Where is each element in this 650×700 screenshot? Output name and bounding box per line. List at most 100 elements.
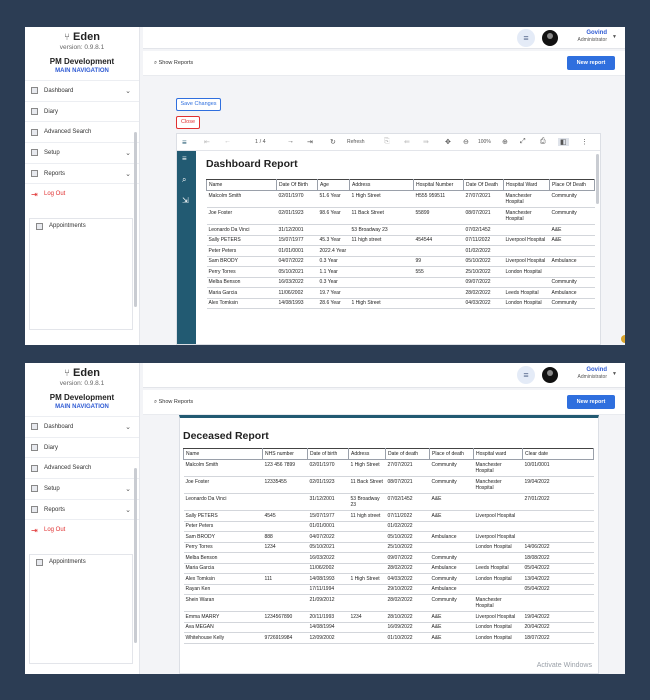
- report-title: Deceased Report: [183, 430, 269, 442]
- table-cell: Leeds Hospital: [503, 287, 550, 299]
- page-indicator[interactable]: 1 / 4: [255, 139, 266, 145]
- table-cell: 19.7 Year: [317, 287, 350, 299]
- user-info[interactable]: Govind Administrator: [578, 367, 607, 380]
- chevron-down-icon: ⌄: [125, 150, 131, 158]
- column-header: Hospital ward: [473, 448, 523, 460]
- appointments-panel[interactable]: Appointments: [29, 554, 133, 665]
- table-cell: A&E: [429, 493, 474, 511]
- table-row: Maria Garcia 11/06/2002 19.7 Year 28/02/202…: [206, 287, 595, 299]
- zoom-level[interactable]: 100%: [478, 139, 491, 145]
- show-reports-link[interactable]: ⌕ Show Reports: [154, 60, 193, 67]
- table-row: Alex Tomksin 111 14/08/1993 1 High Street 04…: [183, 573, 594, 585]
- user-name: Govind: [586, 30, 607, 36]
- brand: ⑂ Eden version: 0.9.8.1: [25, 363, 139, 387]
- column-header: Address: [348, 448, 386, 460]
- more-icon[interactable]: ⋮: [581, 138, 588, 146]
- sidebar-item-reports[interactable]: Reports ⌄: [25, 498, 139, 520]
- table-cell: London Hospital: [503, 298, 550, 309]
- show-reports-link[interactable]: ⌕ Show Reports: [154, 399, 193, 406]
- table-cell: 1234: [348, 611, 386, 623]
- sidebar-item-setup[interactable]: Setup ⌄: [25, 478, 139, 499]
- first-page-icon[interactable]: ⇤: [204, 138, 210, 146]
- refresh-icon[interactable]: ↻: [330, 138, 336, 146]
- sidebar-item-logout[interactable]: ⇥ Log Out: [25, 519, 139, 540]
- sidebar-scrollbar[interactable]: [134, 468, 137, 643]
- appointments-panel[interactable]: Appointments: [29, 218, 133, 331]
- table-cell: [262, 594, 308, 612]
- app-name: Eden: [73, 367, 100, 379]
- table-cell: [317, 224, 350, 236]
- column-header: Age: [317, 179, 350, 191]
- save-changes-button[interactable]: Save Changes: [176, 98, 221, 111]
- user-info[interactable]: Govind Administrator: [578, 30, 607, 43]
- table-cell: Alex Tomksin: [183, 573, 263, 585]
- expand-icon[interactable]: ⇛: [423, 138, 429, 146]
- table-row: Perry Torres 1234 05/10/2021 25/10/2022 Lond…: [183, 542, 594, 553]
- table-cell: [429, 542, 474, 553]
- sidebar-item-setup[interactable]: Setup ⌄: [25, 142, 139, 163]
- export-icon[interactable]: ⇲: [182, 196, 189, 205]
- table-cell: Joe Foster: [206, 207, 277, 225]
- table-row: Sam BRODY 04/07/2022 0.3 Year 99 05/10/2022 L…: [206, 256, 595, 267]
- table-cell: 11/06/2002: [276, 287, 318, 299]
- table-cell: [413, 224, 464, 236]
- report-title: Dashboard Report: [206, 158, 298, 170]
- table-cell: 11 high street: [348, 510, 386, 522]
- avatar[interactable]: [542, 30, 558, 46]
- table-row: Peter Peters 01/01/0001 01/02/2022: [183, 521, 594, 532]
- menu-icon[interactable]: ≡: [182, 154, 187, 163]
- search-icon[interactable]: ⌕: [182, 175, 186, 185]
- menu-toggle-button[interactable]: ≡: [517, 29, 535, 47]
- brand: ⑂ Eden version: 0.9.8.1: [25, 27, 139, 51]
- copy-icon[interactable]: ⎘: [384, 138, 390, 146]
- viewer-toolbar: ≡ ⇤ ← 1 / 4 → ⇥ ↻ Refresh ⎘ ⇚ ⇛ ✥ ⊖ 100%…: [177, 134, 600, 151]
- table-cell: 25/10/2022: [463, 266, 504, 278]
- dashboard-table: Name Date Of Birth Age Address Hospital Numb…: [206, 179, 595, 309]
- table-cell: Ambulance: [549, 287, 595, 299]
- column-header: Name: [183, 448, 263, 460]
- print-icon[interactable]: ⎙: [540, 138, 546, 146]
- pan-icon[interactable]: ✥: [445, 138, 451, 146]
- fullscreen-icon[interactable]: ⤢: [520, 138, 526, 146]
- table-cell: 1 High Street: [349, 190, 414, 208]
- zoom-in-icon[interactable]: ⊕: [502, 138, 508, 146]
- table-cell: 02/01/1970: [276, 190, 318, 208]
- app-version: version: 0.9.8.1: [59, 380, 105, 387]
- table-cell: 05/10/2022: [463, 256, 504, 267]
- zoom-out-icon[interactable]: ⊖: [463, 138, 469, 146]
- table-cell: [262, 584, 308, 595]
- chevron-down-icon: ⌄: [125, 88, 131, 95]
- sidebar-scrollbar[interactable]: [134, 132, 137, 307]
- new-report-button[interactable]: New report: [567, 56, 615, 70]
- layout-icon[interactable]: ◧: [558, 138, 569, 146]
- table-cell: Ambulance: [429, 584, 474, 595]
- sidebar-item-dashboard[interactable]: Dashboard ⌄: [25, 416, 139, 437]
- hamburger-icon[interactable]: ≡: [182, 138, 187, 147]
- viewer-scrollbar[interactable]: [596, 154, 599, 204]
- table-row: Sally PETERS 15/07/1977 45.3 Year 11 high s…: [206, 235, 595, 246]
- eden-logo-icon: ⑂: [64, 368, 71, 379]
- sidebar-item-advanced-search[interactable]: Advanced Search: [25, 121, 139, 142]
- sidebar-item-reports[interactable]: Reports ⌄: [25, 162, 139, 184]
- last-page-icon[interactable]: ⇥: [307, 138, 313, 146]
- org-name: PM Development: [49, 393, 115, 402]
- avatar[interactable]: [542, 367, 558, 383]
- sidebar-item-advanced-search[interactable]: Advanced Search: [25, 457, 139, 478]
- sidebar-item-dashboard[interactable]: Dashboard ⌄: [25, 80, 139, 101]
- table-cell: 19/04/2022: [522, 611, 594, 623]
- collapse-icon[interactable]: ⇚: [404, 138, 410, 146]
- table-cell: [413, 298, 464, 309]
- refresh-label[interactable]: Refresh: [347, 139, 365, 145]
- sidebar-item-logout[interactable]: ⇥ Log Out: [25, 183, 139, 204]
- next-page-icon[interactable]: →: [287, 138, 294, 145]
- close-button[interactable]: Close: [176, 116, 200, 129]
- prev-page-icon[interactable]: ←: [224, 138, 231, 145]
- sidebar-item-diary[interactable]: Diary: [25, 436, 139, 458]
- table-cell: 05/10/2021: [276, 266, 318, 278]
- table-cell: Manchester Hospital: [503, 190, 550, 208]
- new-report-button[interactable]: New report: [567, 395, 615, 409]
- caret-down-icon[interactable]: ▼: [612, 371, 617, 377]
- menu-toggle-button[interactable]: ≡: [517, 366, 535, 384]
- caret-down-icon[interactable]: ▼: [612, 34, 617, 40]
- sidebar-item-diary[interactable]: Diary: [25, 100, 139, 122]
